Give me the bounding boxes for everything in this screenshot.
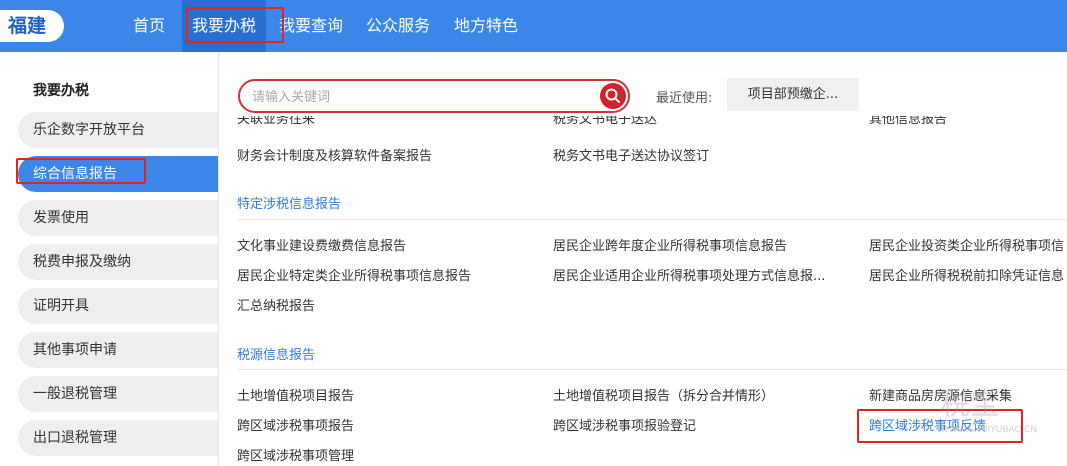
cut-off-link[interactable]: 其他信息报告: [869, 116, 951, 130]
highlight-box-sidebar: [16, 158, 146, 184]
nav-home[interactable]: 首页: [118, 0, 180, 52]
link-special-cit-report[interactable]: 居民企业特定类企业所得税事项信息报告: [237, 265, 471, 284]
search-box: [238, 79, 630, 113]
link-finance-software-report[interactable]: 财务会计制度及核算软件备案报告: [237, 145, 432, 164]
section-title-specific-tax: 特定涉税信息报告: [237, 197, 342, 212]
highlight-box-nav: [186, 7, 284, 43]
link-new-housing-info[interactable]: 新建商品房房源信息采集: [869, 385, 1012, 404]
recent-item-button[interactable]: 项目部预缴企...: [727, 78, 859, 111]
sidebar-item-tax-declaration[interactable]: 税费申报及缴纳: [18, 244, 218, 280]
link-culture-fee-report[interactable]: 文化事业建设费缴费信息报告: [237, 235, 406, 254]
recent-label: 最近使用:: [656, 91, 713, 106]
link-cross-region-report[interactable]: 跨区域涉税事项报告: [237, 415, 354, 434]
sidebar-item-export-refund[interactable]: 出口退税管理: [18, 420, 218, 456]
sidebar-title: 我要办税: [33, 83, 89, 99]
highlight-box-feedback: [857, 409, 1023, 443]
search-button[interactable]: [600, 83, 626, 109]
link-cit-deduction-voucher[interactable]: 居民企业所得税税前扣除凭证信息: [869, 265, 1067, 284]
link-investment-cit-report[interactable]: 居民企业投资类企业所得税事项信: [869, 235, 1067, 254]
link-cross-region-registration[interactable]: 跨区域涉税事项报验登记: [553, 415, 696, 434]
search-input[interactable]: [252, 87, 592, 107]
section-divider: [237, 369, 1067, 370]
sidebar-item-certificate[interactable]: 证明开具: [18, 288, 218, 324]
sidebar-item-invoice-use[interactable]: 发票使用: [18, 200, 218, 236]
section-title-tax-source: 税源信息报告: [237, 348, 316, 363]
cut-off-link[interactable]: 税务文书电子送达协议签订: [553, 116, 663, 130]
top-nav-bar: 福建 首页 我要办税 我要查询 公众服务 地方特色: [0, 0, 1067, 52]
cut-off-link[interactable]: 关联业务往来报告: [237, 116, 327, 130]
logo[interactable]: 福建: [0, 10, 64, 42]
link-consolidated-tax-report[interactable]: 汇总纳税报告: [237, 295, 315, 314]
link-e-delivery-agreement[interactable]: 税务文书电子送达协议签订: [553, 145, 709, 164]
link-lvat-project-report[interactable]: 土地增值税项目报告: [237, 385, 354, 404]
link-cit-treatment-report[interactable]: 居民企业适用企业所得税事项处理方式信息报...: [553, 265, 825, 284]
sidebar-divider: [218, 52, 219, 466]
nav-local-features[interactable]: 地方特色: [444, 0, 528, 52]
link-cross-region-management[interactable]: 跨区域涉税事项管理: [237, 445, 354, 464]
sidebar-item-leqi-platform[interactable]: 乐企数字开放平台: [18, 112, 218, 148]
section-divider: [237, 219, 1067, 220]
search-icon: [605, 88, 620, 103]
link-cross-year-cit-report[interactable]: 居民企业跨年度企业所得税事项信息报告: [553, 235, 787, 254]
link-lvat-split-merge-report[interactable]: 土地增值税项目报告（拆分合并情形）: [553, 385, 774, 404]
sidebar-item-other-application[interactable]: 其他事项申请: [18, 332, 218, 368]
sidebar-item-general-refund[interactable]: 一般退税管理: [18, 376, 218, 412]
nav-public-service[interactable]: 公众服务: [356, 0, 440, 52]
